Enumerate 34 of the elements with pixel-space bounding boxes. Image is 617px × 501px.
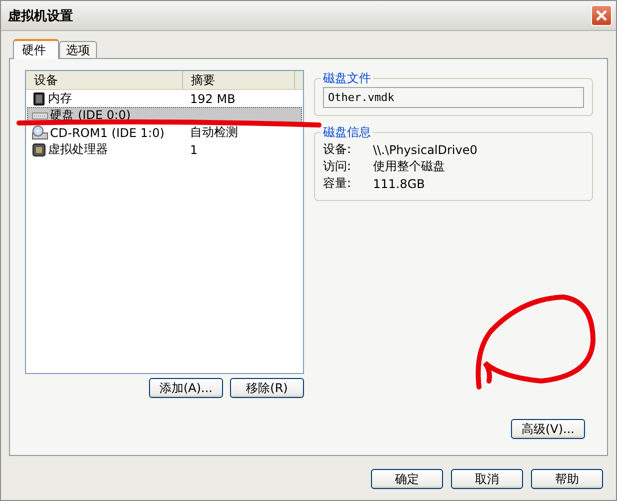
info-value: \\.\PhysicalDrive0 [373,142,478,156]
device-summary: 192 MB [190,92,236,106]
processor-icon [32,142,46,156]
memory-chip-icon [32,92,46,106]
window-title: 虚拟机设置 [8,8,73,24]
tab[interactable]: 选项 [59,41,97,58]
device-name: 虚拟处理器 [48,141,108,158]
info-label: 设备: [323,141,352,158]
device-summary: 自动检测 [190,124,238,141]
device-summary: 1 [190,142,198,156]
info-label: 访问: [323,158,352,175]
dialog-button[interactable]: 确定 [371,469,443,489]
device-button[interactable]: 移除(R) [230,378,304,398]
device-name: CD-ROM1 (IDE 1:0) [50,126,164,140]
close-button[interactable] [591,5,612,26]
dialog-button[interactable]: 取消 [451,469,523,489]
advanced-button[interactable]: 高级(V)... [511,419,585,439]
dialog-button[interactable]: 帮助 [531,469,603,489]
info-value: 111.8GB [373,176,425,190]
column-header[interactable]: 设备 [26,71,184,89]
column-header[interactable]: 摘要 [183,71,295,89]
device-row[interactable]: 虚拟处理器 1 [27,141,302,158]
device-row[interactable]: CD-ROM1 (IDE 1:0) 自动检测 [27,124,302,141]
cd-drive-icon [32,125,48,140]
device-button[interactable]: 添加(A)... [149,378,223,398]
group-title: 磁盘文件 [322,70,372,87]
tab[interactable]: 硬件 [13,39,59,59]
device-row[interactable]: 内存 192 MB [27,90,302,107]
file-field[interactable]: Other.vmdk [323,87,584,108]
info-value: 使用整个磁盘 [373,158,445,175]
info-label: 容量: [323,175,352,192]
close-icon [595,9,608,22]
group-title: 磁盘信息 [322,124,372,141]
device-name: 内存 [48,90,72,107]
